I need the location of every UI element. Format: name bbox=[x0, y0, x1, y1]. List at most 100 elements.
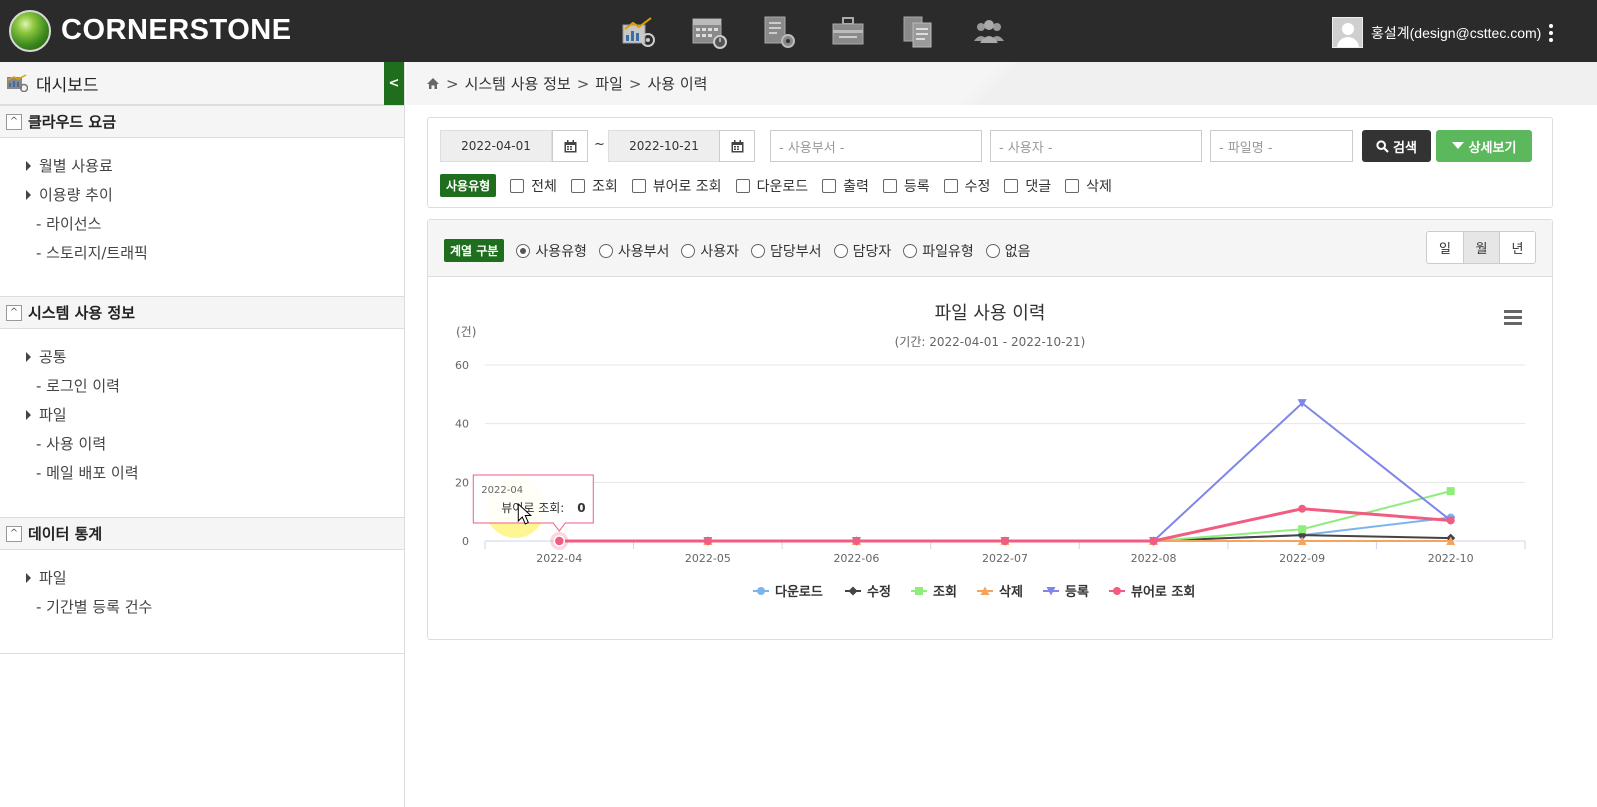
logo-icon bbox=[9, 10, 51, 52]
period-year-button[interactable]: 년 bbox=[1499, 232, 1535, 263]
filename-input[interactable]: - 파일명 - bbox=[1210, 130, 1353, 162]
radio-owner-department[interactable]: 담당부서 bbox=[751, 241, 822, 261]
checkbox-delete[interactable]: 삭제 bbox=[1065, 176, 1112, 196]
calendar-clock-icon[interactable] bbox=[674, 14, 744, 50]
search-icon bbox=[1376, 139, 1389, 153]
radio-usage-type[interactable]: 사용유형 bbox=[516, 241, 587, 261]
sidebar-item-file[interactable]: 파일 bbox=[26, 400, 404, 429]
radio-label: 없음 bbox=[1004, 243, 1031, 260]
radio-user[interactable]: 사용자 bbox=[681, 241, 739, 261]
sidebar-item-monthly-fee[interactable]: 월별 사용료 bbox=[26, 151, 404, 180]
sidebar-item-usage-history[interactable]: - 사용 이력 bbox=[26, 429, 404, 458]
collapse-sidebar-button[interactable]: < bbox=[384, 62, 404, 105]
checkbox-label: 등록 bbox=[903, 178, 930, 195]
radio-label: 사용자 bbox=[700, 243, 740, 260]
app-logo-text[interactable]: CORNERSTONE bbox=[61, 14, 292, 47]
detail-view-button[interactable]: 상세보기 bbox=[1436, 130, 1532, 162]
avatar bbox=[1332, 17, 1363, 48]
home-icon[interactable] bbox=[426, 77, 440, 90]
checkbox-all[interactable]: 전체 bbox=[510, 176, 557, 196]
section-title: 클라우드 요금 bbox=[28, 113, 117, 131]
sidebar-item-mail-history[interactable]: - 메일 배포 이력 bbox=[26, 458, 404, 487]
radio-none[interactable]: 없음 bbox=[985, 241, 1031, 261]
checkbox-modify[interactable]: 수정 bbox=[943, 176, 990, 196]
sidebar-item-storage-traffic[interactable]: - 스토리지/트래픽 bbox=[26, 238, 404, 267]
legend-item-label[interactable]: 삭제 bbox=[999, 585, 1023, 600]
user-name[interactable]: 홍설계(design@csttec.com) bbox=[1371, 23, 1541, 43]
sidebar-item-login-history[interactable]: - 로그인 이력 bbox=[26, 371, 404, 400]
sidebar-item-period-count[interactable]: - 기간별 등록 건수 bbox=[26, 592, 404, 621]
checkbox-label: 뷰어로 조회 bbox=[652, 178, 722, 195]
checkbox-viewer-view[interactable]: 뷰어로 조회 bbox=[631, 176, 722, 196]
checkbox-label: 삭제 bbox=[1086, 178, 1112, 195]
section-header-system[interactable]: ^ 시스템 사용 정보 bbox=[0, 296, 404, 329]
kebab-menu-icon[interactable] bbox=[1549, 23, 1554, 42]
usage-chart-icon[interactable] bbox=[604, 14, 674, 50]
caret-right-icon bbox=[26, 351, 31, 362]
period-month-button[interactable]: 월 bbox=[1463, 232, 1499, 263]
collapse-icon[interactable]: ^ bbox=[6, 525, 22, 542]
legend-item-label[interactable]: 뷰어로 조회 bbox=[1131, 584, 1195, 600]
documents-list-icon[interactable] bbox=[884, 14, 954, 50]
usage-type-filters: 사용유형 전체 조회 뷰어로 조회 다운로드 출력 등록 수정 댓글 삭제 bbox=[440, 174, 1112, 197]
sidebar-section-data-stats: ^ 데이터 통계 파일 - 기간별 등록 건수 bbox=[0, 517, 404, 654]
user-select[interactable]: - 사용자 - bbox=[990, 130, 1202, 162]
group-users-icon[interactable] bbox=[954, 14, 1024, 50]
legend-item-label[interactable]: 조회 bbox=[933, 584, 957, 600]
briefcase-icon[interactable] bbox=[814, 14, 884, 50]
checkbox-view[interactable]: 조회 bbox=[570, 176, 618, 196]
calendar-from-button[interactable] bbox=[552, 130, 588, 162]
sidebar-item-license[interactable]: - 라이선스 bbox=[26, 209, 404, 238]
legend-item-label[interactable]: 등록 bbox=[1065, 585, 1089, 600]
collapse-icon[interactable]: ^ bbox=[6, 304, 22, 321]
legend-item-label[interactable]: 다운로드 bbox=[775, 584, 823, 600]
date-range-separator: ~ bbox=[594, 137, 605, 152]
date-to-field[interactable]: 2022-10-21 bbox=[608, 130, 720, 162]
calendar-icon bbox=[731, 139, 743, 152]
sidebar-item-common[interactable]: 공통 bbox=[26, 342, 404, 371]
checkbox-register[interactable]: 등록 bbox=[882, 176, 930, 196]
legend-item-label[interactable]: 수정 bbox=[867, 584, 891, 600]
breadcrumb-item[interactable]: 파일 bbox=[595, 73, 623, 94]
sidebar: 대시보드 < ^ 클라우드 요금 월별 사용료 이용량 추이 - 라이선스 - … bbox=[0, 62, 405, 807]
data-point bbox=[1298, 525, 1307, 534]
data-point bbox=[1446, 516, 1455, 525]
breadcrumb-separator: > bbox=[628, 74, 642, 93]
checkbox-download[interactable]: 다운로드 bbox=[735, 176, 809, 196]
data-point bbox=[852, 537, 861, 545]
chart-title: 파일 사용 이력 bbox=[935, 303, 1046, 324]
radio-department[interactable]: 사용부서 bbox=[598, 241, 669, 261]
period-day-button[interactable]: 일 bbox=[1427, 232, 1463, 263]
sidebar-item-usage-trend[interactable]: 이용량 추이 bbox=[26, 180, 404, 209]
breadcrumb-item[interactable]: 시스템 사용 정보 bbox=[465, 73, 571, 94]
y-tick-label: 40 bbox=[455, 418, 469, 431]
collapse-icon[interactable]: ^ bbox=[6, 113, 22, 130]
y-axis-label: (건) bbox=[456, 325, 476, 339]
legend-marker bbox=[915, 587, 923, 595]
chart-menu-icon[interactable] bbox=[1504, 310, 1522, 325]
radio-file-type[interactable]: 파일유형 bbox=[903, 241, 974, 261]
section-header-data-stats[interactable]: ^ 데이터 통계 bbox=[0, 517, 404, 550]
section-header-cloud[interactable]: ^ 클라우드 요금 bbox=[0, 105, 404, 138]
user-menu[interactable]: 홍설계(design@csttec.com) bbox=[1332, 17, 1554, 48]
data-point bbox=[1298, 504, 1307, 513]
top-nav-icons bbox=[604, 14, 1024, 50]
breadcrumb-separator: > bbox=[446, 74, 459, 93]
calendar-to-button[interactable] bbox=[719, 130, 755, 162]
menu-label: - 라이선스 bbox=[36, 215, 102, 233]
checkbox-print[interactable]: 출력 bbox=[822, 176, 869, 196]
date-from-field[interactable]: 2022-04-01 bbox=[440, 130, 552, 162]
chart-subtitle: (기간: 2022-04-01 - 2022-10-21) bbox=[895, 335, 1086, 349]
series-option-bar: 계열 구분 사용유형 사용부서 사용자 담당부서 담당자 파일유형 없음 일 월… bbox=[428, 220, 1552, 277]
menu-label: 공통 bbox=[39, 348, 67, 366]
x-tick-label: 2022-09 bbox=[1279, 552, 1325, 565]
document-settings-icon[interactable] bbox=[744, 14, 814, 50]
sidebar-item-data-file[interactable]: 파일 bbox=[26, 563, 404, 592]
radio-owner[interactable]: 담당자 bbox=[833, 241, 891, 261]
checkbox-label: 다운로드 bbox=[756, 178, 809, 195]
sidebar-dashboard[interactable]: 대시보드 < bbox=[0, 62, 404, 105]
x-tick-label: 2022-07 bbox=[982, 552, 1028, 565]
department-select[interactable]: - 사용부서 - bbox=[770, 130, 982, 162]
checkbox-comment[interactable]: 댓글 bbox=[1004, 176, 1051, 196]
search-button[interactable]: 검색 bbox=[1362, 130, 1431, 162]
